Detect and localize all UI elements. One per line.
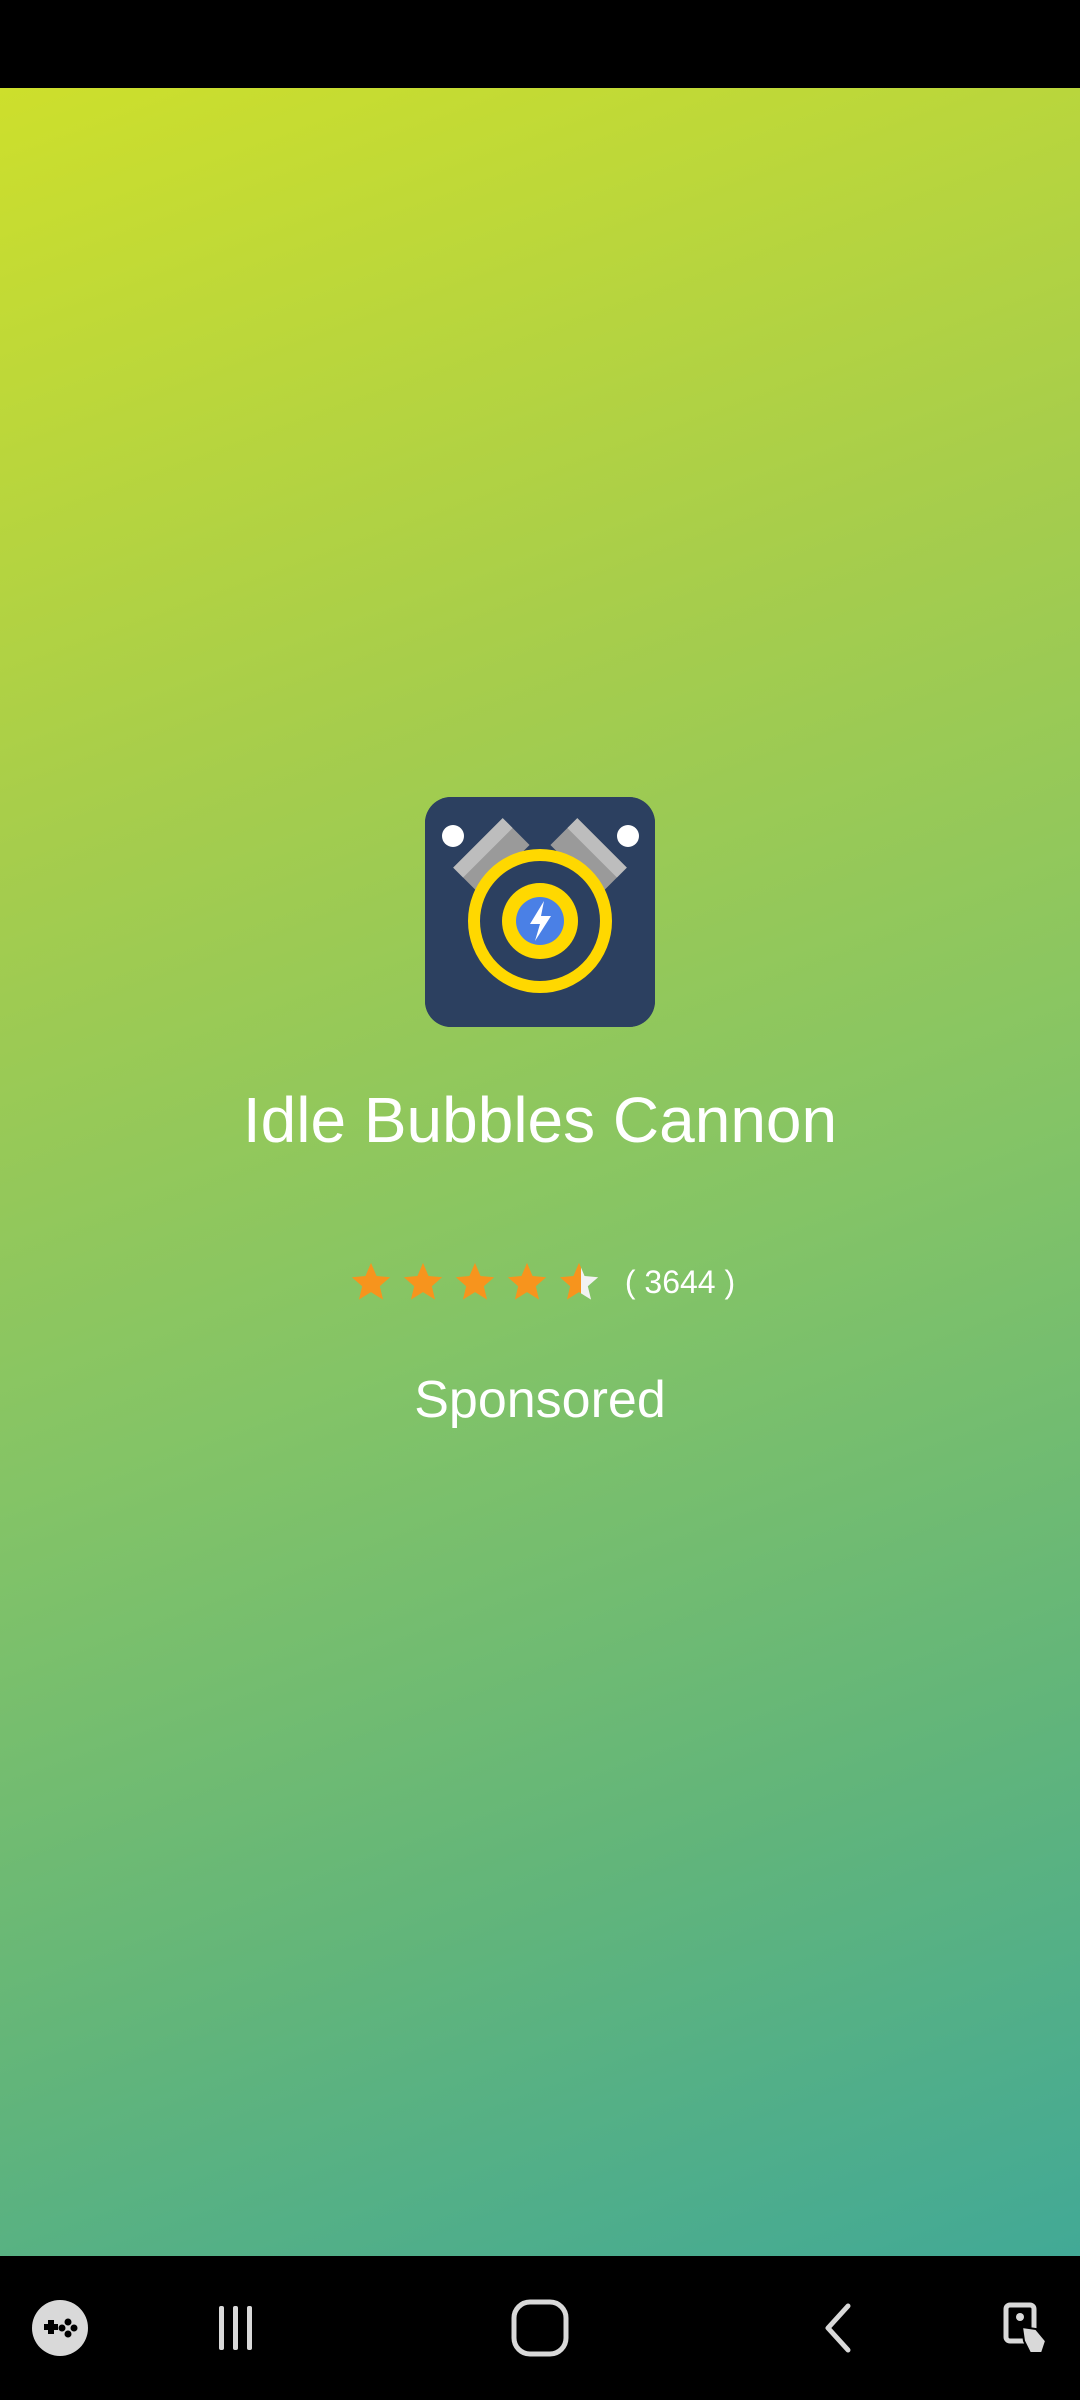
sponsored-label: Sponsored — [414, 1371, 666, 1429]
back-icon — [825, 2303, 851, 2353]
back-button[interactable] — [800, 2256, 880, 2400]
accessibility-button[interactable] — [980, 2256, 1070, 2400]
star-icon — [403, 1262, 443, 1300]
star-icon — [455, 1262, 495, 1300]
bubble-cannon-app-icon — [425, 797, 655, 1027]
game-launcher-button[interactable] — [20, 2256, 100, 2400]
app-icon[interactable] — [425, 797, 655, 1027]
accessibility-icon — [1003, 2302, 1048, 2354]
game-launcher-icon — [32, 2300, 88, 2356]
home-button[interactable] — [490, 2256, 590, 2400]
app-title: Idle Bubbles Cannon — [242, 1084, 838, 1156]
half-star-icon — [559, 1262, 599, 1300]
recent-apps-icon — [219, 2306, 252, 2350]
star-icon — [351, 1262, 391, 1300]
navigation-bar — [0, 2256, 1080, 2400]
star-icon — [507, 1262, 547, 1300]
rating-row: ( 3644 ) — [0, 1254, 1080, 1310]
rating-count: ( 3644 ) — [624, 1263, 736, 1300]
home-icon — [511, 2299, 569, 2357]
recent-apps-button[interactable] — [190, 2256, 280, 2400]
ad-screen[interactable] — [0, 88, 1080, 2256]
status-bar — [0, 0, 1080, 88]
